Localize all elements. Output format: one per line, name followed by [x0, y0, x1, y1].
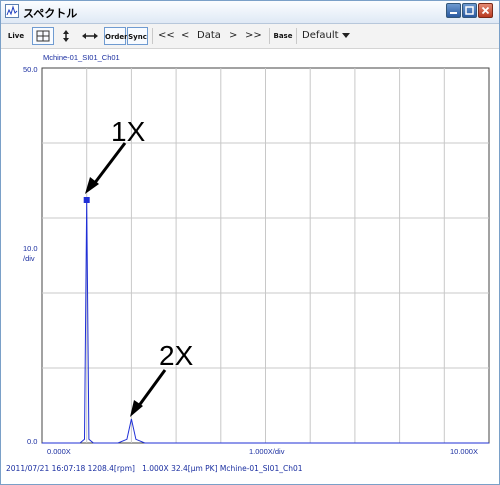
minimize-button[interactable] [446, 3, 461, 18]
nav-first-button[interactable]: << [158, 27, 175, 45]
close-button[interactable] [478, 3, 493, 18]
toolbar: Live Order Sync << < Data > >> Base Defa… [1, 24, 499, 49]
annotation-1x: 1X [111, 116, 146, 147]
y-div-label: 10.0 [23, 244, 38, 253]
spectrum-app-icon [5, 4, 19, 18]
y-top-label: 50.0 [23, 65, 38, 74]
y-bottom-label: 0.0 [27, 437, 37, 446]
live-button[interactable]: Live [5, 27, 27, 45]
sync-button[interactable]: Sync [127, 27, 148, 45]
chevron-down-icon[interactable] [342, 33, 350, 39]
maximize-button[interactable] [462, 3, 477, 18]
maximize-icon [465, 6, 474, 15]
status-bar-text: 2011/07/21 16:07:18 1208.4[rpm] 1.000X 3… [6, 464, 303, 473]
nav-prev-button[interactable]: < [181, 27, 189, 45]
spectrum-plot: Mchine-01_SI01_Ch01 50.0 10.0 /div 0.0 0… [23, 53, 490, 456]
y-div-unit-label: /div [23, 254, 35, 263]
close-icon [481, 6, 490, 15]
horizontal-scale-button[interactable] [79, 27, 101, 45]
grid-icon [36, 30, 50, 42]
horizontal-arrows-icon [82, 33, 98, 39]
preset-select[interactable]: Default [302, 27, 339, 45]
x-right-label: 10.000X [450, 447, 478, 456]
vertical-arrows-icon [63, 30, 69, 42]
peak-marker[interactable] [83, 197, 90, 203]
spectrum-chart: Mchine-01_SI01_Ch01 50.0 10.0 /div 0.0 0… [1, 49, 499, 484]
toolbar-separator [296, 28, 297, 44]
spectrum-window: スペクトル Live Order Sync << < Data > >> Bas… [0, 0, 500, 485]
nav-next-button[interactable]: > [229, 27, 237, 45]
channel-label: Mchine-01_SI01_Ch01 [43, 53, 120, 62]
x-mid-label: 1.000X/div [249, 447, 285, 456]
title-bar[interactable]: スペクトル [1, 1, 499, 24]
base-button[interactable]: Base [273, 27, 293, 45]
minimize-icon [450, 12, 457, 14]
window-title: スペクトル [23, 7, 78, 20]
toolbar-separator [152, 28, 153, 44]
data-label: Data [197, 30, 221, 41]
annotation-2x: 2X [159, 340, 194, 371]
toolbar-separator [269, 28, 270, 44]
grid-toggle-button[interactable] [32, 27, 54, 45]
order-button[interactable]: Order [104, 27, 128, 45]
vertical-scale-button[interactable] [57, 27, 75, 45]
x-left-label: 0.000X [47, 447, 71, 456]
nav-last-button[interactable]: >> [245, 27, 262, 45]
